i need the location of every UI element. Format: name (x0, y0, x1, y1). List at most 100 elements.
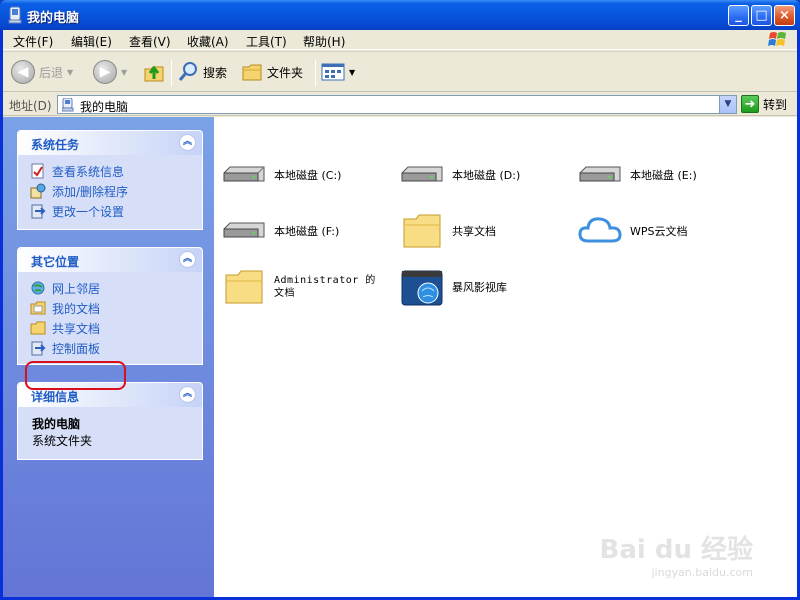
task-label: 更改一个设置 (52, 204, 125, 219)
menu-favorites[interactable]: 收藏(A) (187, 33, 229, 50)
item-label: 本地磁盘 (D:) (452, 168, 521, 182)
folder-icon (30, 321, 46, 335)
place-my-documents[interactable]: 我的文档 (30, 298, 202, 318)
my-computer-icon (62, 98, 74, 112)
network-places-icon (31, 281, 45, 295)
drive-e[interactable]: 本地磁盘 (E:) (576, 155, 697, 195)
title-bar[interactable]: 我的电脑 _ □ × (0, 0, 800, 30)
views-dropdown-icon[interactable]: ▼ (349, 68, 355, 77)
up-folder-button[interactable] (143, 58, 165, 86)
item-label: WPS云文档 (630, 224, 688, 238)
back-arrow-icon: ◀ (11, 60, 35, 84)
address-dropdown-icon[interactable]: ▼ (719, 96, 736, 113)
menu-file[interactable]: 文件(F) (13, 33, 53, 50)
cloud-icon (578, 217, 622, 243)
window-title: 我的电脑 (27, 11, 80, 26)
minimize-button[interactable]: _ (728, 5, 749, 26)
item-label: 本地磁盘 (E:) (630, 168, 697, 182)
watermark: Bai du 经验 jingyan.baidu.com (600, 529, 754, 579)
place-shared-documents[interactable]: 共享文档 (30, 318, 202, 338)
go-button[interactable]: ➜ 转到 (741, 95, 787, 113)
task-pane: 系统任务 ︽ 查看系统信息 添加/删除程序 更改一个设置 其它位置 ︽ 网上邻居… (3, 117, 214, 597)
other-places-header[interactable]: 其它位置 ︽ (18, 248, 202, 272)
menu-view[interactable]: 查看(V) (129, 33, 171, 50)
place-network[interactable]: 网上邻居 (30, 278, 202, 298)
folders-label: 文件夹 (267, 65, 304, 80)
toolbar-separator (171, 60, 172, 86)
menu-tools[interactable]: 工具(T) (246, 33, 287, 50)
file-view: 本地磁盘 (C:) 本地磁盘 (D:) 本地磁盘 (E:) 本地磁盘 (F:) … (214, 117, 797, 597)
close-button[interactable]: × (774, 5, 795, 26)
control-panel-icon (31, 204, 46, 219)
task-label: 添加/删除程序 (52, 184, 129, 199)
toolbar: ◀ 后退 ▼ ▶ ▼ 搜索 文件夹 ▼ (3, 51, 797, 92)
forward-arrow-icon: ▶ (93, 60, 117, 84)
forward-button[interactable]: ▶ ▼ (93, 58, 127, 86)
administrator-documents-folder[interactable]: Administrator 的文档 (220, 267, 384, 307)
place-control-panel[interactable]: 控制面板 (30, 338, 202, 358)
place-label: 我的文档 (52, 301, 101, 316)
menu-bar: 文件(F) 编辑(E) 查看(V) 收藏(A) 工具(T) 帮助(H) (3, 30, 797, 50)
wps-cloud-documents[interactable]: WPS云文档 (576, 211, 688, 251)
system-tasks-header[interactable]: 系统任务 ︽ (18, 131, 202, 155)
search-button[interactable]: 搜索 (177, 58, 227, 86)
other-places-panel: 其它位置 ︽ 网上邻居 我的文档 共享文档 控制面板 (17, 247, 203, 365)
folders-icon (242, 64, 262, 81)
collapse-icon[interactable]: ︽ (179, 134, 196, 151)
place-label: 网上邻居 (52, 281, 101, 296)
item-label: 共享文档 (452, 224, 496, 238)
task-label: 查看系统信息 (52, 164, 125, 179)
task-view-system-info[interactable]: 查看系统信息 (30, 161, 202, 181)
details-panel: 详细信息 ︽ 我的电脑 系统文件夹 (17, 382, 203, 460)
maximize-button[interactable]: □ (751, 5, 772, 26)
back-label: 后退 (39, 65, 64, 80)
forward-dropdown-icon[interactable]: ▼ (121, 68, 127, 77)
system-tasks-title: 系统任务 (31, 138, 80, 152)
go-label: 转到 (763, 97, 788, 112)
toolbar-separator-2 (315, 60, 316, 86)
search-icon (178, 62, 197, 81)
task-change-setting[interactable]: 更改一个设置 (30, 201, 202, 221)
task-add-remove-programs[interactable]: 添加/删除程序 (30, 181, 202, 201)
media-library-icon (401, 270, 443, 306)
drive-c[interactable]: 本地磁盘 (C:) (220, 155, 341, 195)
highlight-annotation (25, 361, 126, 390)
details-title: 详细信息 (31, 390, 80, 404)
back-button[interactable]: ◀ 后退 ▼ (11, 58, 73, 86)
folders-button[interactable]: 文件夹 (241, 58, 303, 86)
details-description: 系统文件夹 (32, 434, 93, 448)
explorer-window: 我的电脑 _ □ × 文件(F) 编辑(E) 查看(V) 收藏(A) 工具(T)… (0, 0, 800, 600)
watermark-url: jingyan.baidu.com (651, 566, 753, 579)
collapse-icon[interactable]: ︽ (179, 386, 196, 403)
views-button[interactable]: ▼ (321, 58, 355, 86)
back-dropdown-icon[interactable]: ▼ (67, 68, 73, 77)
hard-disk-icon (401, 166, 443, 182)
menu-edit[interactable]: 编辑(E) (71, 33, 112, 50)
address-value: 我的电脑 (80, 100, 129, 114)
folder-icon (225, 270, 263, 304)
drive-f[interactable]: 本地磁盘 (F:) (220, 211, 339, 251)
control-panel-icon (31, 341, 46, 356)
views-icon (321, 63, 345, 81)
folder-icon (403, 214, 441, 248)
address-input[interactable]: 我的电脑 ▼ (57, 95, 737, 114)
place-label: 控制面板 (52, 341, 101, 356)
details-name: 我的电脑 (32, 417, 81, 431)
other-places-title: 其它位置 (31, 255, 80, 269)
watermark-brand: Bai du 经验 (599, 535, 754, 565)
address-label: 地址(D) (9, 99, 52, 113)
collapse-icon[interactable]: ︽ (179, 251, 196, 268)
item-label: 本地磁盘 (C:) (274, 168, 342, 182)
hard-disk-icon (579, 166, 621, 182)
up-folder-icon (144, 65, 164, 82)
client-area: 文件(F) 编辑(E) 查看(V) 收藏(A) 工具(T) 帮助(H) ◀ 后退… (3, 30, 797, 597)
baofeng-media-library[interactable]: 暴风影视库 (398, 267, 507, 307)
menu-help[interactable]: 帮助(H) (303, 33, 345, 50)
go-arrow-icon: ➜ (741, 95, 759, 113)
system-info-icon (31, 163, 44, 179)
search-label: 搜索 (203, 65, 228, 80)
my-computer-icon (8, 6, 22, 24)
drive-d[interactable]: 本地磁盘 (D:) (398, 155, 520, 195)
shared-documents-folder[interactable]: 共享文档 (398, 211, 496, 251)
windows-logo-icon (768, 32, 786, 46)
